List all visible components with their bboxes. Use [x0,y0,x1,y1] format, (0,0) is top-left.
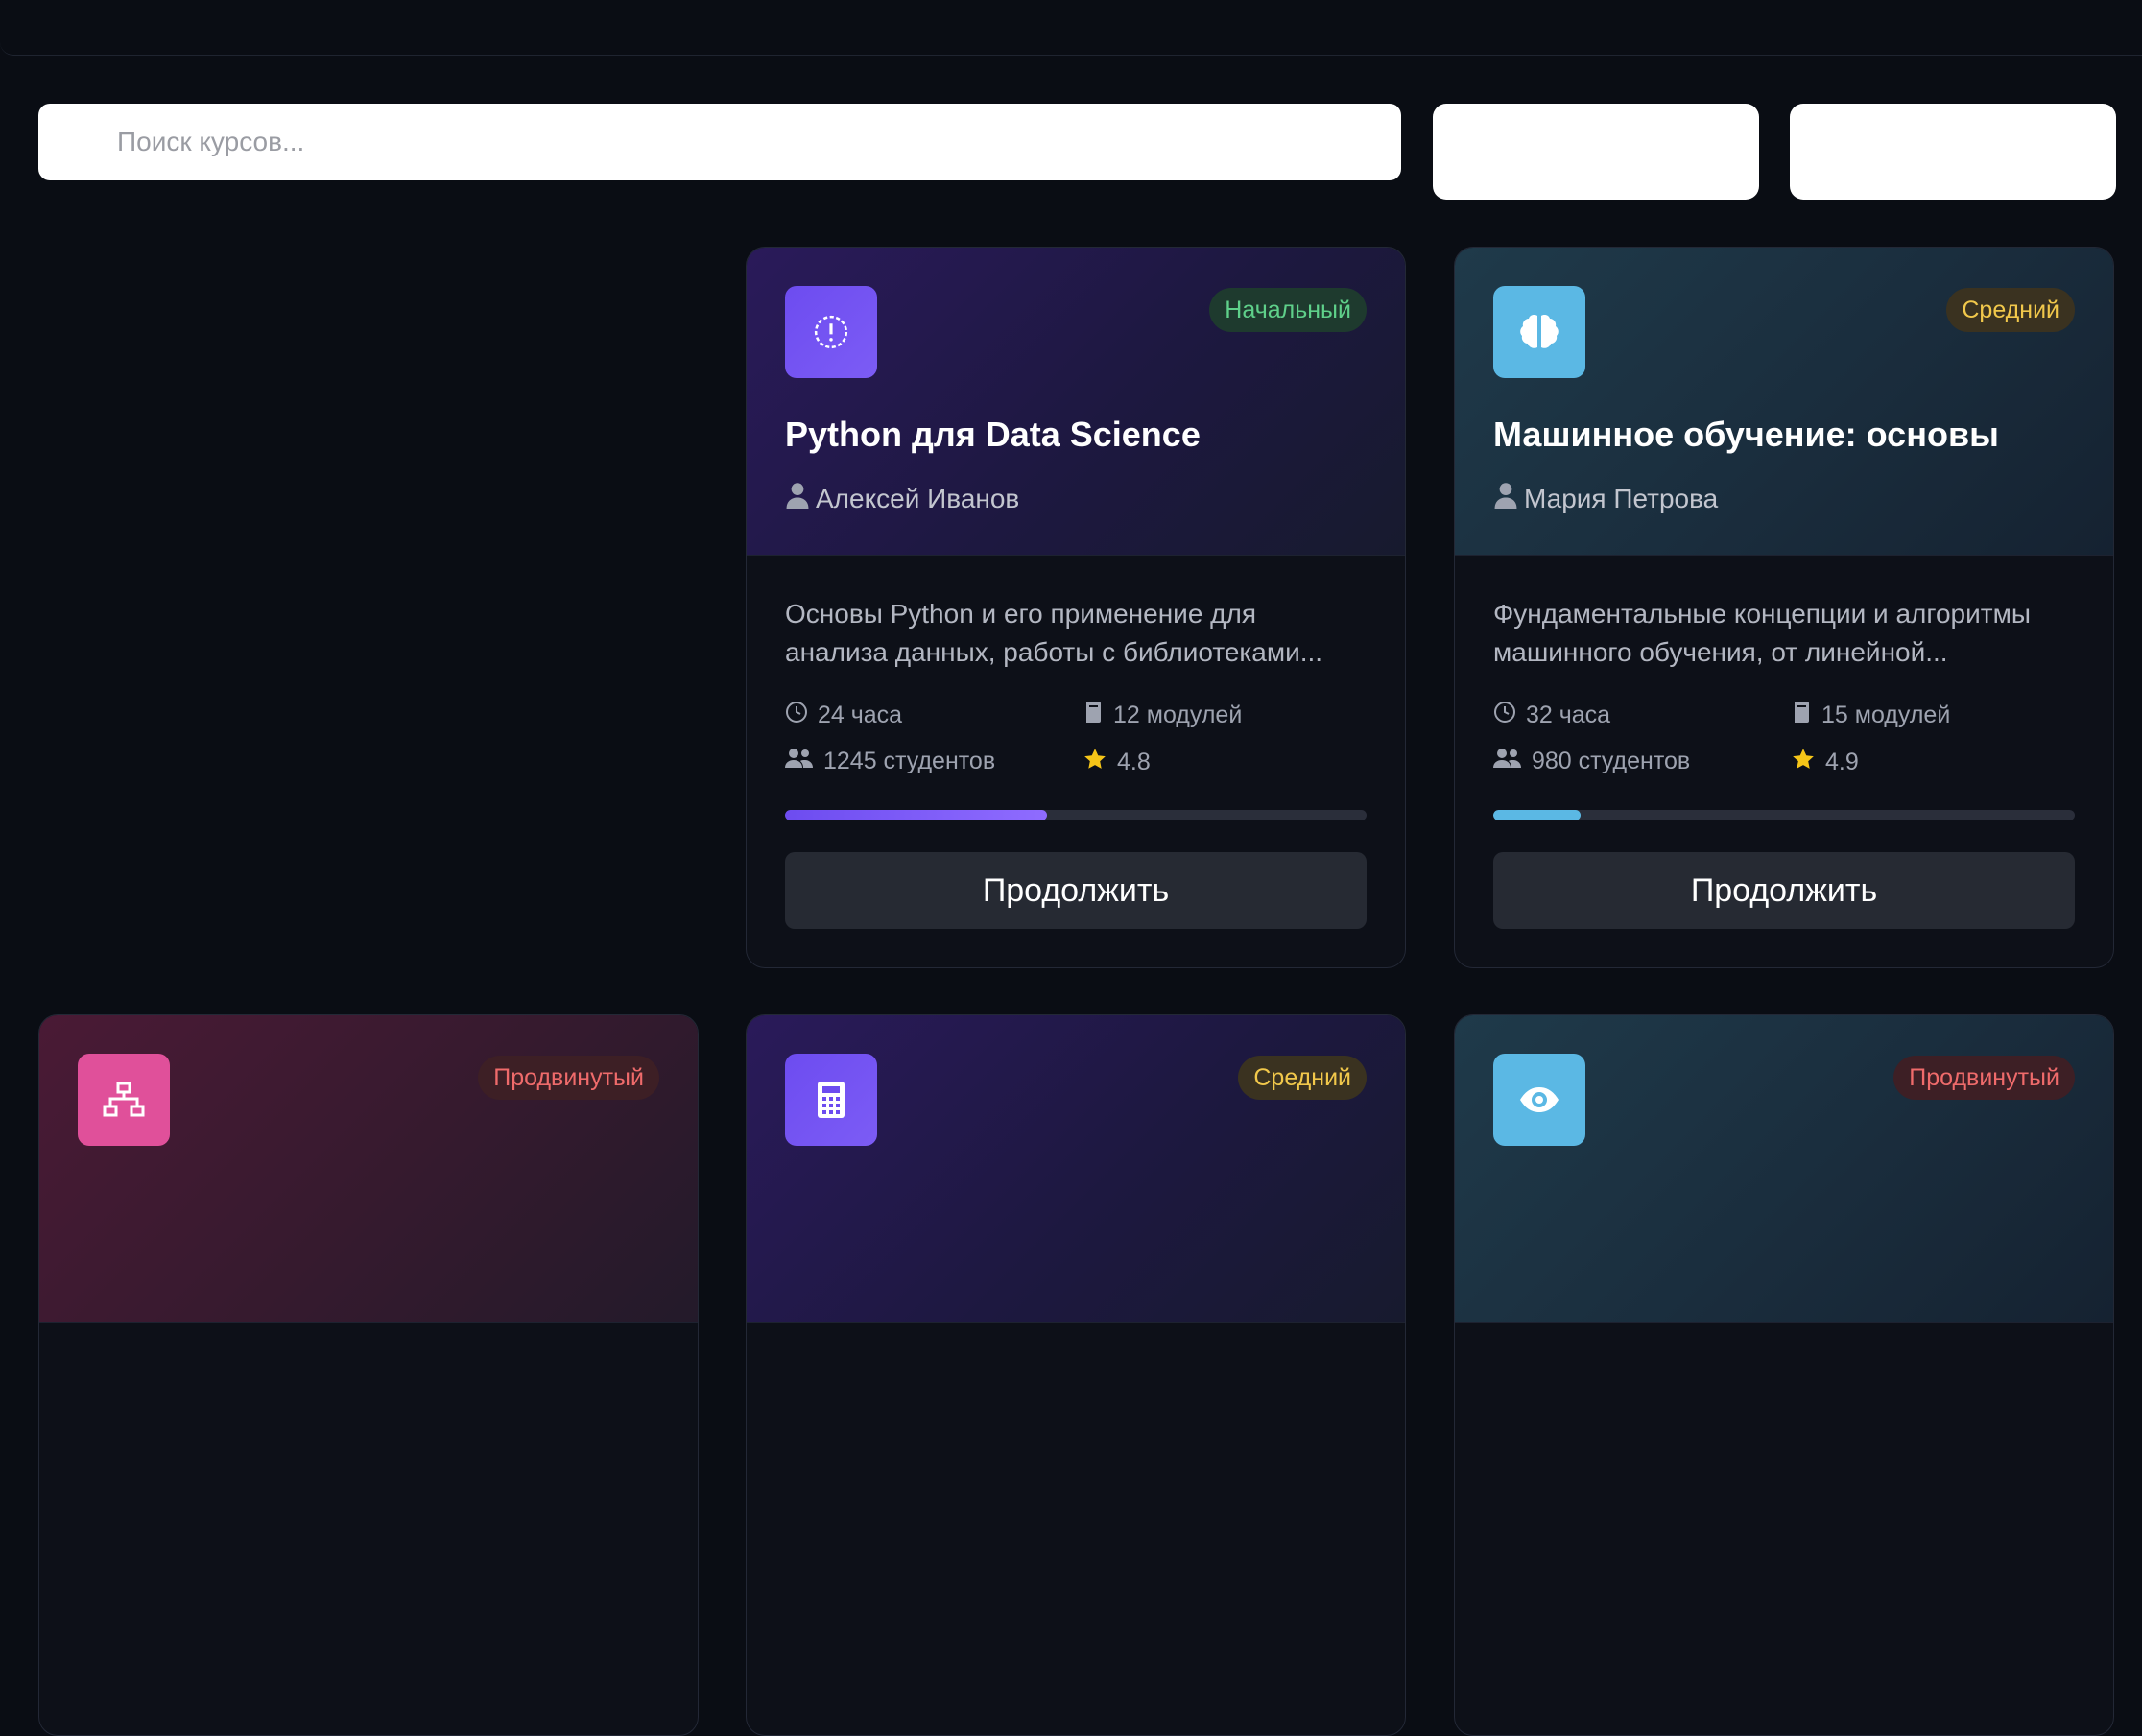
search-input[interactable] [38,104,1401,180]
card-header: Продвинутый [39,1015,698,1323]
level-badge: Продвинутый [478,1056,659,1100]
level-badge: Средний [1946,288,2075,332]
level-badge: Средний [1238,1056,1367,1100]
level-badge: Продвинутый [1893,1056,2075,1100]
progress-fill [785,810,1047,820]
star-icon [1791,747,1816,778]
duration-text: 32 часа [1526,702,1611,728]
modules-text: 15 модулей [1821,702,1951,728]
progress-bar [785,810,1367,820]
progress-fill [1493,810,1581,820]
continue-button[interactable]: Продолжить [1493,852,2075,929]
top-header [0,0,2142,56]
continue-button[interactable]: Продолжить [785,852,1367,929]
students-text: 980 студентов [1532,748,1691,774]
description-line: Основы Python и его применение для [785,599,1257,629]
sort-filter-select[interactable] [1790,104,2116,200]
card-header: Продвинутый [1455,1015,2113,1323]
description-line: анализа данных, работы с библиотеками... [785,637,1323,667]
course-title[interactable]: Python для Data Science [785,415,1367,455]
calculator-icon [785,1054,877,1146]
card-header: Начальный Python для Data Science Алексе… [747,248,1405,556]
brain-icon [1493,286,1585,378]
description-line: Фундаментальные концепции и алгоритмы [1493,599,2031,629]
author-name: Мария Петрова [1524,483,1719,513]
user-icon [785,482,810,515]
clock-icon [1493,701,1516,730]
author-name: Алексей Иванов [816,483,1020,513]
students-text: 1245 студентов [823,748,996,774]
rating-text: 4.9 [1825,749,1859,775]
rating-meta: 4.9 [1791,747,1859,778]
students-meta: 980 студентов [1493,747,1690,776]
duration-meta: 24 часа [785,701,902,730]
search-box[interactable] [38,104,1401,180]
students-meta: 1245 студентов [785,747,995,776]
rating-text: 4.8 [1117,749,1151,775]
level-filter-select[interactable] [1433,104,1759,200]
eye-icon [1493,1054,1585,1146]
users-icon [1493,747,1522,776]
duration-meta: 32 часа [1493,701,1610,730]
course-description: Фундаментальные концепции и алгоритмы ма… [1493,595,2075,672]
course-card: Начальный Python для Data Science Алексе… [746,247,1406,968]
clock-icon [785,701,808,730]
course-card: Средний [746,1014,1406,1736]
progress-bar [1493,810,2075,820]
network-icon [78,1054,170,1146]
course-title[interactable]: Машинное обучение: основы [1493,415,2075,455]
course-card: Продвинутый [1454,1014,2114,1736]
course-card: Продвинутый [38,1014,699,1736]
modules-meta: 12 модулей [1083,701,1242,730]
modules-text: 12 модулей [1113,702,1243,728]
user-icon [1493,482,1518,515]
description-line: машинного обучения, от линейной... [1493,637,1948,667]
author: Алексей Иванов [785,482,1019,515]
star-icon [1083,747,1107,778]
users-icon [785,747,814,776]
course-description: Основы Python и его применение для анали… [785,595,1367,672]
card-header: Средний [747,1015,1405,1323]
rating-meta: 4.8 [1083,747,1151,778]
card-header: Средний Машинное обучение: основы Мария … [1455,248,2113,556]
book-icon [1083,701,1104,730]
modules-meta: 15 модулей [1791,701,1950,730]
level-badge: Начальный [1209,288,1367,332]
alert-circle-icon [785,286,877,378]
course-card: Средний Машинное обучение: основы Мария … [1454,247,2114,968]
book-icon [1791,701,1812,730]
author: Мария Петрова [1493,482,1718,515]
duration-text: 24 часа [818,702,903,728]
